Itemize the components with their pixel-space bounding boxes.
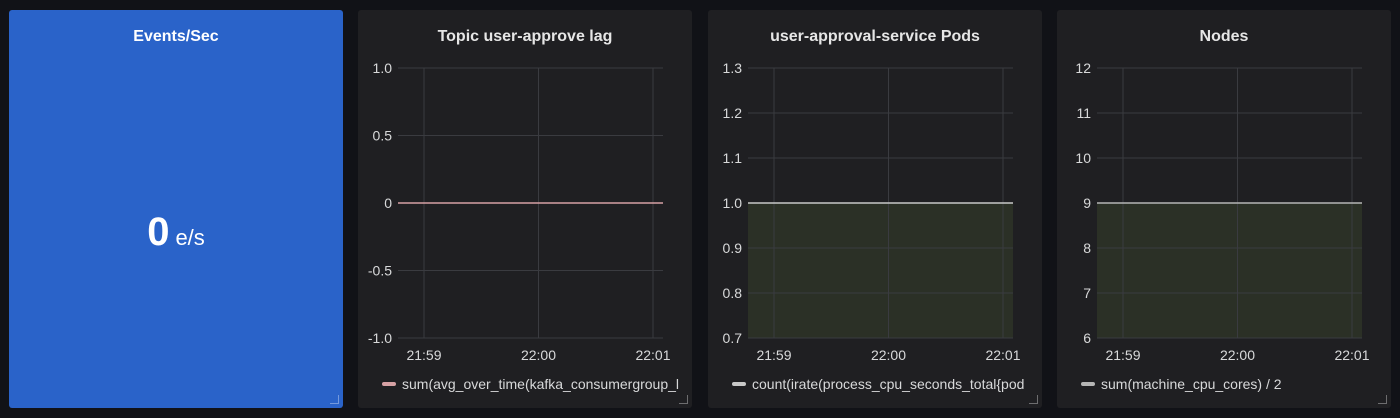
- legend-swatch: [732, 382, 746, 386]
- pods-panel[interactable]: user-approval-service Pods 1.3 1.2 1.1 1.0 0…: [708, 10, 1042, 408]
- y-tick-label: 1.0: [723, 195, 743, 211]
- y-tick-label: 12: [1075, 60, 1091, 76]
- y-tick-label: 1.0: [373, 60, 393, 76]
- resize-corner-icon[interactable]: [330, 395, 339, 404]
- y-tick-label: 11: [1076, 105, 1091, 121]
- series-area-fill: [1097, 203, 1362, 338]
- graph-plot: 12 11 10 9 8 7 6 21:59 22:00 22:01: [1075, 60, 1369, 363]
- y-tick-label: -1.0: [368, 330, 392, 346]
- legend-swatch: [382, 382, 396, 386]
- nodes-panel[interactable]: Nodes 12 11 10 9 8 7 6 21:59 22:00 22:01 sum(mach…: [1057, 10, 1391, 408]
- resize-corner-icon[interactable]: [1029, 395, 1038, 404]
- y-tick-label: 6: [1083, 330, 1091, 346]
- legend-swatch: [1081, 382, 1095, 386]
- stat-unit: e/s: [175, 225, 205, 250]
- y-tick-label: 9: [1083, 195, 1091, 211]
- y-tick-label: 8: [1083, 240, 1091, 256]
- x-tick-label: 22:01: [985, 347, 1020, 363]
- y-tick-label: 1.2: [723, 105, 743, 121]
- legend-item[interactable]: sum(avg_over_time(kafka_consumergroup_l: [382, 376, 684, 392]
- y-tick-label: 10: [1075, 150, 1091, 166]
- x-tick-label: 22:00: [871, 347, 906, 363]
- resize-corner-icon[interactable]: [679, 395, 688, 404]
- legend-item[interactable]: count(irate(process_cpu_seconds_total{po…: [732, 376, 1034, 392]
- x-tick-label: 21:59: [756, 347, 791, 363]
- x-tick-label: 21:59: [1105, 347, 1140, 363]
- stat-value: 0 e/s: [9, 210, 343, 255]
- legend-label[interactable]: count(irate(process_cpu_seconds_total{po…: [752, 376, 1024, 392]
- legend-label[interactable]: sum(avg_over_time(kafka_consumergroup_l: [402, 376, 679, 392]
- y-tick-label: 0.7: [723, 330, 743, 346]
- y-tick-label: 0: [384, 195, 392, 211]
- panel-title[interactable]: Events/Sec: [9, 28, 343, 46]
- topic-lag-panel[interactable]: Topic user-approve lag 1.0 0.5 0 -0.5 -1.0 21…: [358, 10, 692, 408]
- legend-item[interactable]: sum(machine_cpu_cores) / 2: [1081, 376, 1383, 392]
- series-area-fill: [748, 203, 1013, 338]
- y-tick-label: -0.5: [368, 263, 392, 279]
- x-tick-label: 22:01: [635, 347, 670, 363]
- y-tick-label: 1.1: [723, 150, 743, 166]
- y-tick-label: 1.3: [723, 60, 743, 76]
- x-tick-label: 22:00: [521, 347, 556, 363]
- legend-label[interactable]: sum(machine_cpu_cores) / 2: [1101, 376, 1282, 392]
- graph-plot: 1.0 0.5 0 -0.5 -1.0 21:59 22:00 22:01: [368, 60, 671, 363]
- graph-plot: 1.3 1.2 1.1 1.0 0.9 0.8 0.7 21:59 22:00 22:01: [723, 60, 1021, 363]
- y-tick-label: 7: [1083, 285, 1091, 301]
- resize-corner-icon[interactable]: [1378, 395, 1387, 404]
- stat-number: 0: [147, 210, 170, 254]
- y-tick-label: 0.9: [723, 240, 743, 256]
- x-tick-label: 21:59: [406, 347, 441, 363]
- events-per-sec-panel[interactable]: Events/Sec 0 e/s: [9, 10, 343, 408]
- x-tick-label: 22:01: [1334, 347, 1369, 363]
- y-tick-label: 0.5: [373, 128, 393, 144]
- y-tick-label: 0.8: [723, 285, 743, 301]
- x-tick-label: 22:00: [1220, 347, 1255, 363]
